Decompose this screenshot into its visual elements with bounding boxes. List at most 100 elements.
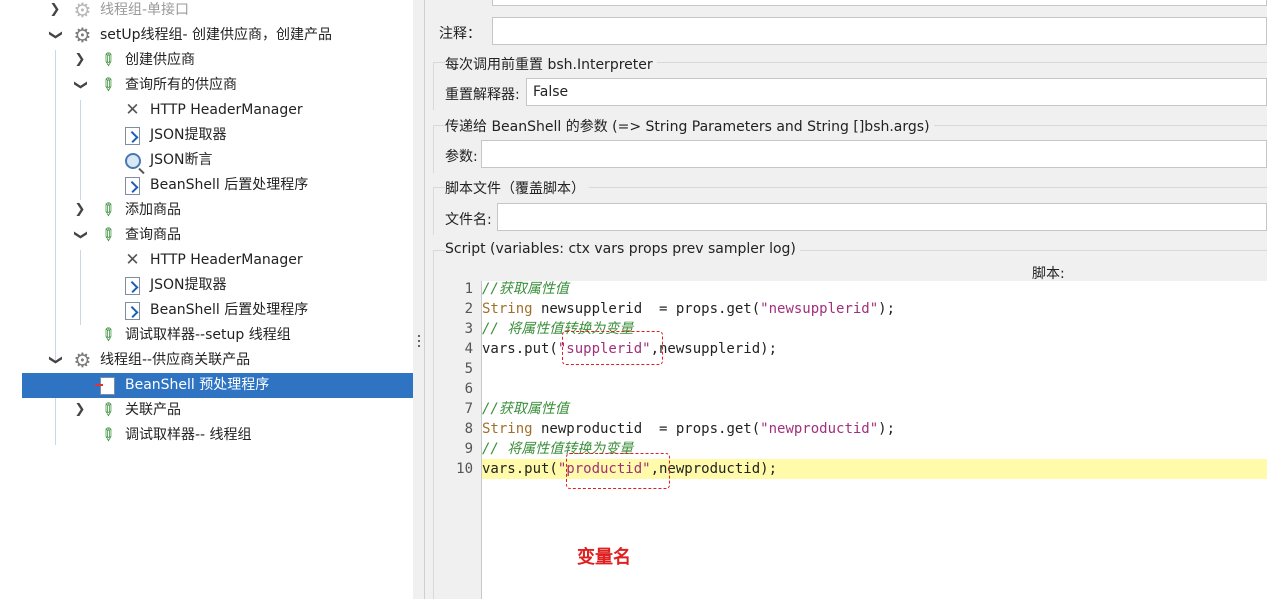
chevron-down-icon[interactable]: ❯ — [73, 78, 88, 92]
code-string: "newproductid" — [760, 421, 879, 437]
code-keyword: String — [482, 301, 533, 317]
splitter-grip — [418, 340, 420, 342]
group-border — [433, 250, 434, 599]
tree-item-label: setUp线程组- 创建供应商，创建产品 — [100, 27, 333, 43]
tree-item-json-extractor[interactable]: JSON提取器 — [0, 273, 413, 298]
sampler-dropper-icon: ✎ — [95, 323, 120, 348]
tree-item-beanshell-postprocessor[interactable]: BeanShell 后置处理程序 — [0, 298, 413, 323]
script-editor[interactable]: 1 2 3 4 5 6 7 8 9 10 //获取属性值 String newsupplerid … — [444, 281, 1267, 599]
tree-item-query-product[interactable]: ❯ ✎ 查询商品 — [0, 223, 413, 248]
line-number: 4 — [464, 341, 473, 357]
sampler-dropper-icon: ✎ — [95, 48, 120, 73]
comment-field[interactable] — [492, 17, 1267, 45]
sampler-dropper-icon: ✎ — [95, 423, 120, 448]
chevron-down-icon[interactable]: ❯ — [73, 228, 88, 242]
postprocessor-icon — [122, 275, 143, 296]
script-group-title: Script (variables: ctx vars props prev s… — [445, 241, 800, 257]
tree-item-beanshell-postprocessor[interactable]: BeanShell 后置处理程序 — [0, 173, 413, 198]
tree-item-label: 线程组--供应商关联产品 — [100, 352, 251, 368]
tree-item-label: BeanShell 后置处理程序 — [150, 302, 309, 318]
line-number: 10 — [456, 461, 473, 477]
line-number-gutter: 1 2 3 4 5 6 7 8 9 10 — [444, 281, 482, 599]
chevron-down-icon[interactable]: ❯ — [48, 28, 63, 42]
chevron-right-icon[interactable]: ❯ — [73, 203, 87, 217]
code-text: newproductid = props.get( — [532, 421, 761, 437]
gear-icon: ⚙ — [73, 23, 92, 47]
tree-item-json-assertion[interactable]: JSON断言 — [0, 148, 413, 173]
wrench-icon: ✕ — [125, 100, 140, 120]
tree-item-label: 线程组-单接口 — [100, 2, 190, 18]
code-text: vars.put( — [482, 461, 558, 477]
tree-item-debug-sampler-setup[interactable]: ✎ 调试取样器--setup 线程组 — [0, 323, 413, 348]
line-number: 5 — [464, 361, 473, 377]
line-number: 1 — [464, 281, 473, 297]
line-number: 2 — [464, 301, 473, 317]
splitter-grip — [418, 335, 420, 337]
preprocessor-icon — [95, 375, 118, 396]
sampler-dropper-icon: ✎ — [95, 223, 120, 248]
group-border — [433, 125, 434, 173]
tree-item-linked-product[interactable]: ❯ ✎ 关联产品 — [0, 398, 413, 423]
chevron-right-icon[interactable]: ❯ — [48, 3, 62, 17]
code-comment: //获取属性值 — [482, 281, 569, 297]
tree-item-json-extractor[interactable]: JSON提取器 — [0, 123, 413, 148]
file-name-field[interactable] — [497, 203, 1267, 231]
group-border — [433, 187, 434, 235]
code-keyword: String — [482, 421, 533, 437]
splitter-grip — [418, 345, 420, 347]
code-line: String newproductid = props.get("newprod… — [482, 419, 1267, 439]
tree-item-label: HTTP HeaderManager — [150, 102, 303, 118]
tree-item-label: 创建供应商 — [125, 52, 195, 68]
magnifier-icon — [122, 150, 143, 171]
line-number: 9 — [464, 441, 473, 457]
tree-item-debug-sampler[interactable]: ✎ 调试取样器-- 线程组 — [0, 423, 413, 448]
postprocessor-icon — [122, 175, 143, 196]
gear-icon: ⚙ — [73, 0, 92, 22]
tree-item-label: 查询商品 — [125, 227, 181, 243]
code-line: String newsupplerid = props.get("newsupp… — [482, 299, 1267, 319]
params-field[interactable] — [481, 140, 1267, 168]
tree-item-thread-group-single[interactable]: ❯ ⚙ 线程组-单接口 — [0, 0, 413, 23]
file-group-title: 脚本文件（覆盖脚本） — [445, 178, 589, 198]
group-border — [433, 62, 434, 110]
tree-item-thread-group-supplier-product[interactable]: ❯ ⚙ 线程组--供应商关联产品 — [0, 348, 413, 373]
wrench-icon: ✕ — [125, 250, 140, 270]
reset-group-title: 每次调用前重置 bsh.Interpreter — [445, 54, 657, 74]
comment-label: 注释： — [439, 26, 481, 42]
tree-item-create-supplier[interactable]: ❯ ✎ 创建供应商 — [0, 48, 413, 73]
tree-item-add-product[interactable]: ❯ ✎ 添加商品 — [0, 198, 413, 223]
code-string: "newsupplerid" — [760, 301, 879, 317]
code-line: //获取属性值 — [482, 279, 1267, 299]
chevron-right-icon[interactable]: ❯ — [73, 53, 87, 67]
tree-item-label: 添加商品 — [125, 202, 181, 218]
sampler-dropper-icon: ✎ — [95, 198, 120, 223]
tree-item-label: JSON断言 — [150, 152, 213, 168]
gear-icon: ⚙ — [73, 348, 92, 372]
tree-item-label: JSON提取器 — [150, 277, 227, 293]
beanshell-preprocessor-panel: 注释： 每次调用前重置 bsh.Interpreter 重置解释器: False… — [425, 0, 1267, 599]
reset-interpreter-field[interactable]: False — [526, 78, 1267, 106]
line-number: 7 — [464, 401, 473, 417]
tree-item-http-header-manager[interactable]: ✕ HTTP HeaderManager — [0, 98, 413, 123]
reset-label: 重置解释器: — [445, 87, 520, 103]
pane-splitter[interactable] — [413, 0, 425, 599]
name-field[interactable] — [492, 0, 1267, 6]
chevron-down-icon[interactable]: ❯ — [48, 353, 63, 367]
tree-item-beanshell-preprocessor[interactable]: BeanShell 预处理程序 — [22, 373, 413, 398]
tree-item-label: 调试取样器-- 线程组 — [125, 427, 252, 443]
tree-item-http-header-manager[interactable]: ✕ HTTP HeaderManager — [0, 248, 413, 273]
tree-item-label: HTTP HeaderManager — [150, 252, 303, 268]
tree-item-label: 调试取样器--setup 线程组 — [125, 327, 291, 343]
annotation-box — [566, 453, 670, 489]
line-number: 8 — [464, 421, 473, 437]
chevron-right-icon[interactable]: ❯ — [73, 403, 87, 417]
tree-item-setup-thread-group[interactable]: ❯ ⚙ setUp线程组- 创建供应商，创建产品 — [0, 23, 413, 48]
code-text: vars.put( — [482, 341, 558, 357]
postprocessor-icon — [122, 300, 143, 321]
sampler-dropper-icon: ✎ — [95, 398, 120, 423]
tree-item-query-suppliers[interactable]: ❯ ✎ 查询所有的供应商 — [0, 73, 413, 98]
code-comment: //获取属性值 — [482, 401, 569, 417]
params-label: 参数: — [445, 149, 478, 165]
code-line: //获取属性值 — [482, 399, 1267, 419]
tree-item-label: JSON提取器 — [150, 127, 227, 143]
